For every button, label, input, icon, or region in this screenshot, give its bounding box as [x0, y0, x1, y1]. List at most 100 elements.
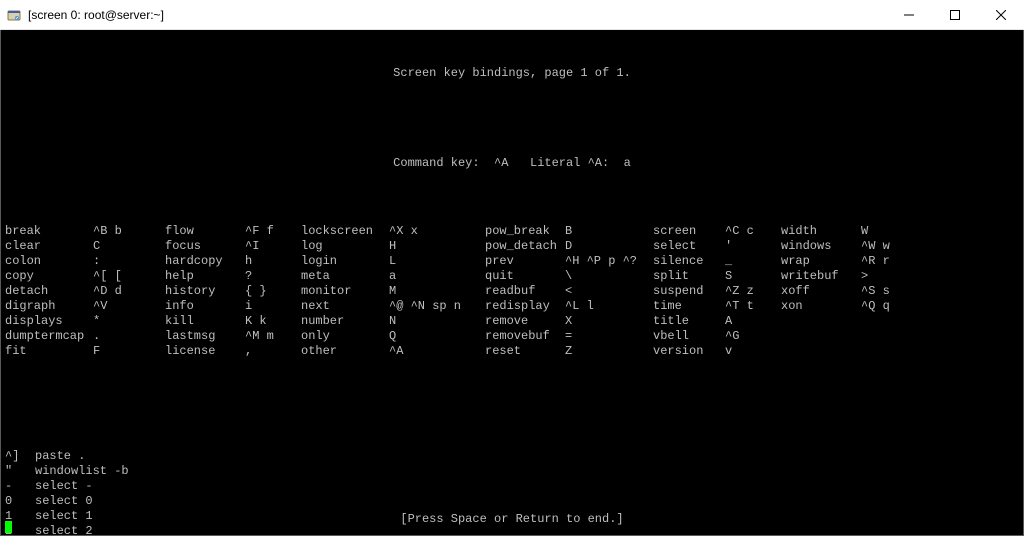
command-name: flow — [165, 224, 245, 239]
command-keys: = — [565, 329, 653, 344]
extra-binding-row: 0select 0 — [5, 494, 1019, 509]
command-name: version — [653, 344, 725, 359]
extra-binding-row: "windowlist -b — [5, 464, 1019, 479]
command-keys: ^F f — [245, 224, 301, 239]
command-name: remove — [485, 314, 565, 329]
command-keys: ^I — [245, 239, 301, 254]
command-keys: ^G — [725, 329, 781, 344]
command-name: other — [301, 344, 389, 359]
command-key-line: Command key: ^A Literal ^A: a — [5, 156, 1019, 171]
terminal-viewport[interactable]: Screen key bindings, page 1 of 1. Comman… — [0, 30, 1024, 536]
minimize-button[interactable] — [886, 0, 932, 30]
command-name: break — [5, 224, 93, 239]
help-title: Screen key bindings, page 1 of 1. — [5, 66, 1019, 81]
command-keys: ^C c — [725, 224, 781, 239]
extra-binding-row: -select - — [5, 479, 1019, 494]
maximize-button[interactable] — [932, 0, 978, 30]
command-name: hardcopy — [165, 254, 245, 269]
binding-key: " — [5, 464, 35, 479]
command-name: displays — [5, 314, 93, 329]
command-keys: N — [389, 314, 485, 329]
command-keys: a — [389, 269, 485, 284]
command-keys: i — [245, 299, 301, 314]
command-name: next — [301, 299, 389, 314]
command-name: meta — [301, 269, 389, 284]
command-name: copy — [5, 269, 93, 284]
command-keys — [861, 329, 909, 344]
command-name: xon — [781, 299, 861, 314]
command-keys — [861, 314, 909, 329]
command-keys: \ — [565, 269, 653, 284]
command-name — [781, 344, 861, 359]
bindings-row: detach^D dhistory{ }monitorMreadbuf<susp… — [5, 284, 1019, 299]
command-name: digraph — [5, 299, 93, 314]
command-name: kill — [165, 314, 245, 329]
command-keys: { } — [245, 284, 301, 299]
command-keys: ^S s — [861, 284, 909, 299]
command-name: only — [301, 329, 389, 344]
command-name: removebuf — [485, 329, 565, 344]
command-name: colon — [5, 254, 93, 269]
command-keys: Q — [389, 329, 485, 344]
footer-hint: [Press Space or Return to end.] — [1, 512, 1023, 527]
command-keys: . — [93, 329, 165, 344]
command-name: select — [653, 239, 725, 254]
command-name: prev — [485, 254, 565, 269]
command-name: login — [301, 254, 389, 269]
command-name: writebuf — [781, 269, 861, 284]
command-name: reset — [485, 344, 565, 359]
binding-action: select - — [35, 479, 93, 493]
command-keys: H — [389, 239, 485, 254]
command-keys: A — [725, 314, 781, 329]
binding-key: 0 — [5, 494, 35, 509]
command-keys: ^A — [389, 344, 485, 359]
command-keys: ^W w — [861, 239, 909, 254]
command-name: number — [301, 314, 389, 329]
command-keys: ^T t — [725, 299, 781, 314]
bindings-row: clearCfocus^IlogHpow_detachDselect'windo… — [5, 239, 1019, 254]
window-title: [screen 0: root@server:~] — [28, 8, 164, 22]
command-keys — [861, 344, 909, 359]
command-keys: Z — [565, 344, 653, 359]
binding-action: select 0 — [35, 494, 93, 508]
command-name: monitor — [301, 284, 389, 299]
command-name: width — [781, 224, 861, 239]
cursor — [5, 521, 12, 533]
command-name: info — [165, 299, 245, 314]
command-name: log — [301, 239, 389, 254]
command-name: screen — [653, 224, 725, 239]
command-keys: ^Q q — [861, 299, 909, 314]
app-icon — [6, 7, 22, 23]
command-name: wrap — [781, 254, 861, 269]
command-name: help — [165, 269, 245, 284]
command-name: fit — [5, 344, 93, 359]
command-keys: * — [93, 314, 165, 329]
command-name: pow_detach — [485, 239, 565, 254]
command-name: time — [653, 299, 725, 314]
extra-binding-row: ^]paste . — [5, 449, 1019, 464]
command-name: focus — [165, 239, 245, 254]
bindings-row: colon:hardcopyhloginLprev^H ^P p ^?silen… — [5, 254, 1019, 269]
command-name: suspend — [653, 284, 725, 299]
command-keys: X — [565, 314, 653, 329]
command-keys: W — [861, 224, 909, 239]
binding-action: paste . — [35, 449, 85, 463]
command-keys: F — [93, 344, 165, 359]
binding-action: windowlist -b — [35, 464, 129, 478]
command-name: history — [165, 284, 245, 299]
command-keys: , — [245, 344, 301, 359]
close-button[interactable] — [978, 0, 1024, 30]
command-keys: D — [565, 239, 653, 254]
command-keys: ^V — [93, 299, 165, 314]
bindings-table: break^B bflow^F flockscreen^X xpow_break… — [5, 224, 1019, 359]
command-keys: ^[ [ — [93, 269, 165, 284]
command-keys: v — [725, 344, 781, 359]
command-keys: ^R r — [861, 254, 909, 269]
command-name: quit — [485, 269, 565, 284]
command-keys: : — [93, 254, 165, 269]
command-name: lockscreen — [301, 224, 389, 239]
command-keys: _ — [725, 254, 781, 269]
binding-key: - — [5, 479, 35, 494]
command-keys: ^X x — [389, 224, 485, 239]
bindings-row: fitFlicense,other^AresetZversionv — [5, 344, 1019, 359]
